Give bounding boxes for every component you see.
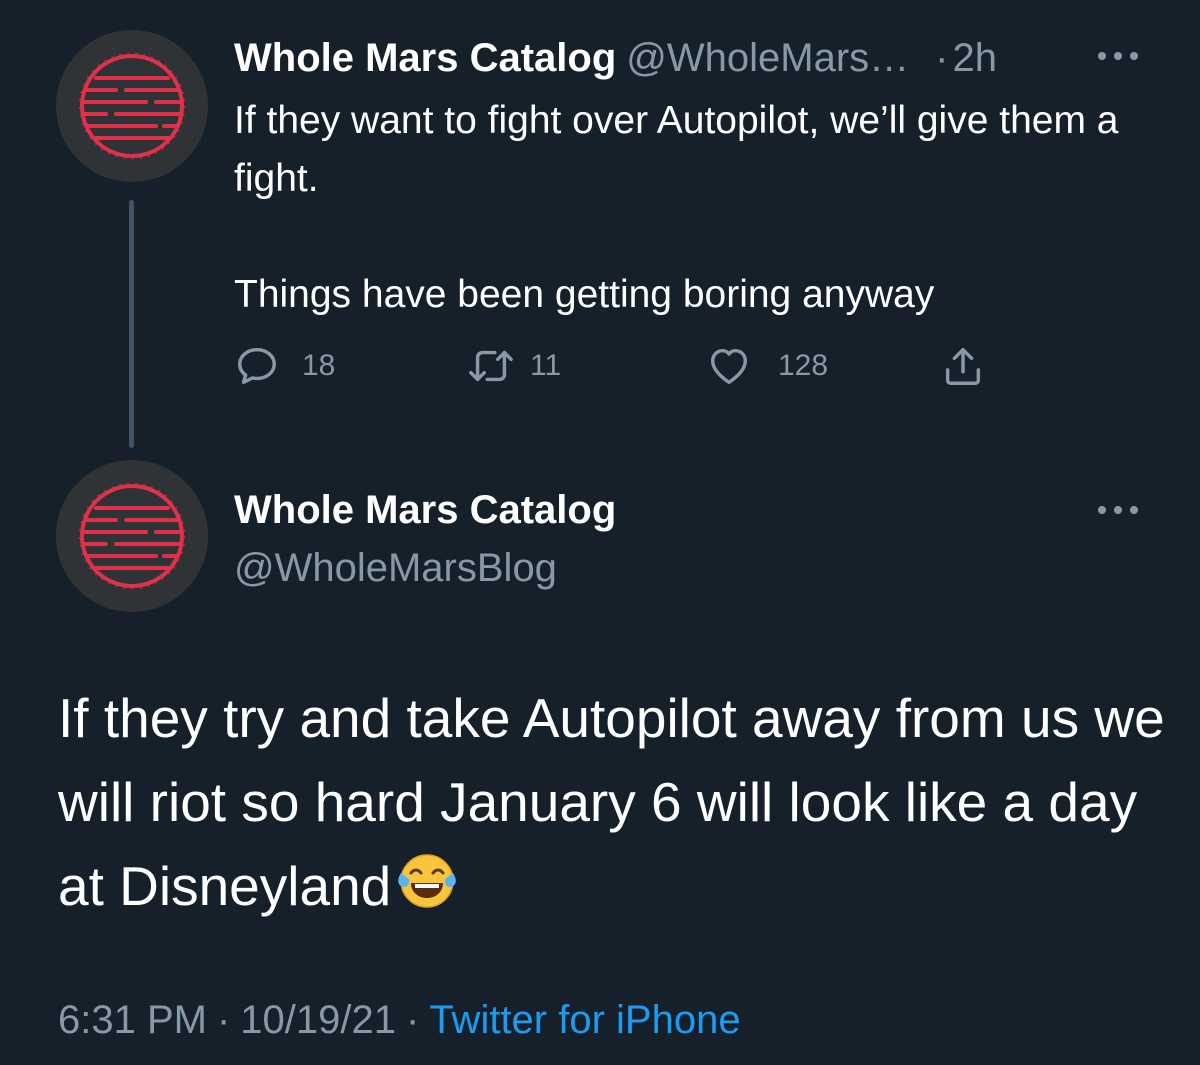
more-options-button[interactable]	[1098, 46, 1138, 66]
tweet-timestamp: 6:31 PM · 10/19/21 · Twitter for iPhone	[58, 992, 741, 1048]
more-options-button[interactable]	[1098, 500, 1138, 520]
retweet-count: 11	[530, 349, 562, 382]
more-dot	[1130, 506, 1138, 514]
tweet-text-paragraph: If they want to fight over Autopilot, we…	[234, 99, 1119, 200]
author-handle[interactable]: @WholeMarsBlog	[234, 540, 557, 596]
more-dot	[1114, 52, 1122, 60]
source-link[interactable]: Twitter for iPhone	[429, 998, 740, 1042]
thread-connector-line	[129, 200, 134, 448]
reply-count: 18	[302, 349, 336, 382]
tweet-actions: 18 11 128	[234, 338, 1014, 394]
header-separator: ·	[935, 36, 949, 80]
tweet-thread-view: Whole Mars Catalog @WholeMars… · 2h If t…	[0, 0, 1200, 1065]
more-dot	[1114, 506, 1122, 514]
main-tweet-text: If they try and take Autopilot away from…	[58, 676, 1168, 934]
main-tweet-body: If they try and take Autopilot away from…	[58, 687, 1165, 917]
tweet-time[interactable]: 2h	[952, 30, 997, 86]
reply-icon	[238, 347, 276, 385]
author-name[interactable]: Whole Mars Catalog	[234, 482, 616, 538]
share-icon	[945, 347, 981, 385]
author-name[interactable]: Whole Mars Catalog	[234, 30, 616, 86]
face-with-tears-of-joy-icon	[397, 850, 457, 934]
more-dot	[1098, 52, 1106, 60]
mars-logo-icon	[56, 30, 208, 182]
heart-icon	[710, 348, 748, 385]
timestamp-time[interactable]: 6:31 PM	[58, 998, 207, 1042]
tweet-header: Whole Mars Catalog @WholeMars… · 2h	[234, 30, 997, 86]
author-handle[interactable]: @WholeMars…	[626, 30, 909, 86]
retweet-icon	[469, 350, 513, 382]
share-button[interactable]	[940, 338, 986, 394]
timestamp-separator: ·	[216, 998, 231, 1042]
tweet-text-paragraph: Things have been getting boring anyway	[234, 273, 935, 316]
timestamp-date[interactable]: 10/19/21	[240, 998, 396, 1042]
source-separator: ·	[406, 998, 420, 1042]
avatar[interactable]	[56, 460, 208, 612]
like-button[interactable]: 128	[706, 338, 828, 394]
reply-button[interactable]: 18	[234, 338, 335, 394]
more-dot	[1130, 52, 1138, 60]
mars-logo-icon	[56, 460, 208, 612]
retweet-button[interactable]: 11	[466, 338, 561, 394]
more-dot	[1098, 506, 1106, 514]
tweet-text: If they want to fight over Autopilot, we…	[234, 92, 1154, 324]
avatar[interactable]	[56, 30, 208, 182]
like-count: 128	[778, 349, 829, 382]
